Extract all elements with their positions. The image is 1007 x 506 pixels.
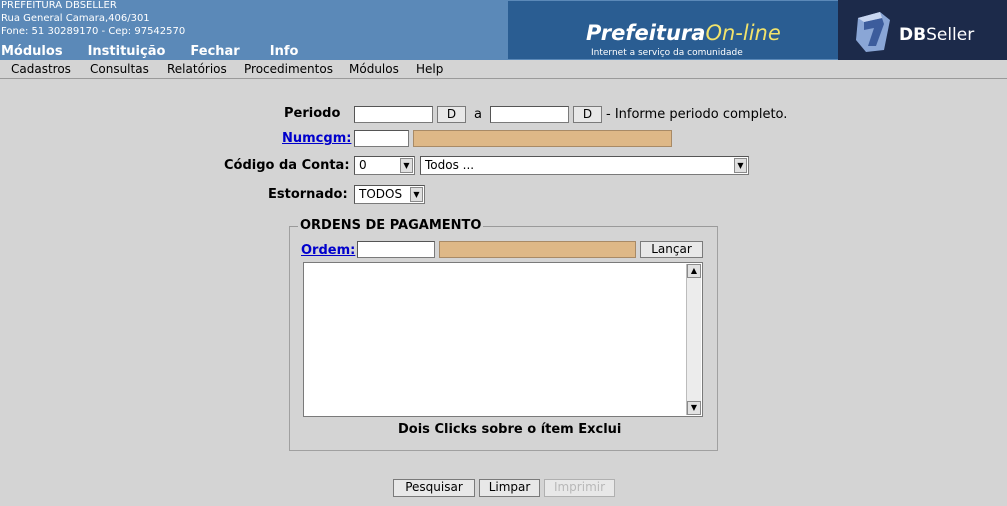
numcgm-input[interactable] (354, 130, 409, 147)
top-menu: Módulos Instituição Fechar Info (0, 44, 298, 60)
org-phone: Fone: 51 30289170 - Cep: 97542570 (1, 26, 186, 37)
org-name: PREFEITURA DBSELLER (1, 0, 117, 11)
ordens-legend: ORDENS DE PAGAMENTO (298, 218, 484, 233)
menu-consultas[interactable]: Consultas (90, 62, 149, 76)
scroll-down-icon[interactable]: ▼ (687, 401, 701, 415)
dbseller-logo-icon (856, 12, 890, 52)
logo-subtitle: Internet a serviço da comunidade (591, 48, 743, 58)
lancar-button[interactable]: Lançar (640, 241, 703, 258)
conta-desc-value: Todos ... (425, 158, 475, 172)
org-address: Rua General Camara,406/301 (1, 13, 150, 24)
conta-code-select[interactable]: 0 ▼ (354, 156, 415, 175)
prefeitura-online-logo: PrefeituraOn-line Internet a serviço da … (508, 1, 838, 59)
periodo-end-input[interactable] (490, 106, 569, 123)
top-menu-fechar[interactable]: Fechar (190, 44, 239, 60)
ordem-link[interactable]: Ordem: (301, 243, 355, 258)
menu-procedimentos[interactable]: Procedimentos (244, 62, 333, 76)
chevron-down-icon: ▼ (410, 187, 423, 202)
numcgm-link[interactable]: Numcgm: (282, 131, 351, 146)
ordens-hint: Dois Clicks sobre o ítem Exclui (398, 422, 622, 437)
periodo-separator: a (474, 107, 482, 122)
periodo-start-date-button[interactable]: D (437, 106, 466, 123)
menu-help[interactable]: Help (416, 62, 443, 76)
ordem-input[interactable] (357, 241, 435, 258)
top-menu-instituicao[interactable]: Instituição (88, 44, 166, 60)
conta-desc-select[interactable]: Todos ... ▼ (420, 156, 749, 175)
conta-label: Código da Conta: (224, 158, 350, 173)
conta-code-value: 0 (359, 158, 367, 172)
top-menu-info[interactable]: Info (270, 44, 299, 60)
scroll-up-icon[interactable]: ▲ (687, 264, 701, 278)
imprimir-button: Imprimir (544, 479, 615, 497)
ordem-desc-field (439, 241, 636, 258)
estornado-value: TODOS (359, 187, 403, 201)
estornado-label: Estornado: (268, 187, 348, 202)
listbox-scrollbar[interactable]: ▲ ▼ (686, 264, 701, 415)
chevron-down-icon: ▼ (400, 158, 413, 173)
dbseller-wordmark: DBSeller (899, 25, 975, 45)
chevron-down-icon: ▼ (734, 158, 747, 173)
menubar: Cadastros Consultas Relatórios Procedime… (0, 60, 1007, 79)
menu-cadastros[interactable]: Cadastros (11, 62, 71, 76)
ordens-listbox[interactable]: ▲ ▼ (303, 262, 703, 417)
periodo-end-date-button[interactable]: D (573, 106, 602, 123)
pesquisar-button[interactable]: Pesquisar (393, 479, 475, 497)
limpar-button[interactable]: Limpar (479, 479, 540, 497)
estornado-select[interactable]: TODOS ▼ (354, 185, 425, 204)
periodo-hint: - Informe periodo completo. (606, 107, 788, 122)
menu-relatorios[interactable]: Relatórios (167, 62, 227, 76)
numcgm-name-field (413, 130, 672, 147)
menu-modulos[interactable]: Módulos (349, 62, 399, 76)
header-banner: PREFEITURA DBSELLER Rua General Camara,4… (0, 0, 1007, 60)
periodo-start-input[interactable] (354, 106, 433, 123)
top-menu-modulos[interactable]: Módulos (1, 44, 63, 60)
dbseller-logo: DBSeller (838, 0, 1007, 60)
logo-title: PrefeituraOn-line (586, 21, 781, 45)
periodo-label: Periodo (284, 106, 341, 121)
